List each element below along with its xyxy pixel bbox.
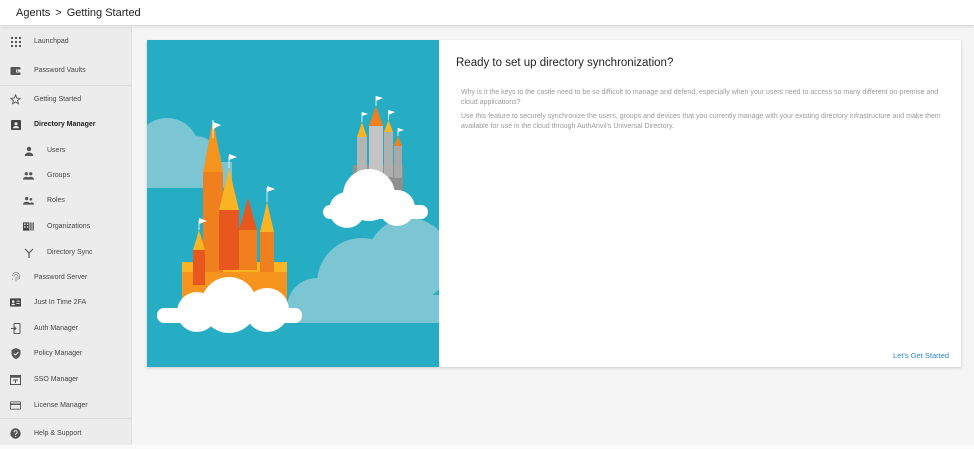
breadcrumb-separator: > [55,6,62,19]
fingerprint-icon [10,272,21,283]
sidebar-item-label: Directory Manager [34,121,96,128]
sidebar-item-label: Password Server [34,274,88,281]
star-icon [10,94,21,105]
sidebar-item-help-support[interactable]: Help & Support [0,421,132,446]
sidebar-item-label: Getting Started [34,96,82,103]
sidebar-item-directory-sync[interactable]: Directory Sync [0,240,132,265]
shield-check-icon [10,348,21,359]
sidebar-item-getting-started[interactable]: Getting Started [0,87,132,112]
castle-illustration [147,40,439,367]
wallet-icon [10,65,21,76]
sidebar-item-license-manager[interactable]: License Manager [0,393,132,418]
person-icon [23,145,34,156]
sidebar-item-label: Groups [47,172,70,179]
login-icon [10,323,21,334]
sidebar-item-password-vaults[interactable]: Password Vaults [0,58,132,83]
sidebar-item-label: License Manager [34,402,88,409]
sidebar-item-auth-manager[interactable]: Auth Manager [0,316,132,341]
sidebar-item-users[interactable]: Users [0,138,132,163]
sidebar-divider [0,85,132,86]
credit-card-icon [10,400,21,411]
sidebar-item-label: Password Vaults [34,67,86,74]
apps-grid-icon [10,36,21,47]
sidebar: Launchpad Password Vaults Getting Starte… [0,27,132,445]
sidebar-item-label: SSO Manager [34,376,79,383]
card-title: Ready to set up directory synchronizatio… [456,57,674,69]
supervisor-icon [23,195,34,206]
help-icon [10,428,21,439]
sidebar-item-label: Launchpad [34,38,69,45]
getting-started-card: Ready to set up directory synchronizatio… [147,40,961,367]
sidebar-item-label: Auth Manager [34,325,78,332]
badge-icon [10,297,21,308]
merge-icon [23,247,34,258]
contact-card-icon [10,119,21,130]
sidebar-item-roles[interactable]: Roles [0,188,132,213]
sidebar-item-groups[interactable]: Groups [0,163,132,188]
sidebar-item-label: Roles [47,197,65,204]
sidebar-item-label: Organizations [47,223,91,230]
sidebar-item-sso-manager[interactable]: SSO Manager [0,367,132,392]
card-paragraph-intro: Why is it the keys to the castle need to… [461,89,939,106]
organization-icon [23,221,34,232]
sidebar-item-directory-manager[interactable]: Directory Manager [0,112,132,137]
breadcrumb-current: Getting Started [66,6,141,19]
sidebar-item-label: Just In Time 2FA [34,299,87,306]
sidebar-item-label: Directory Sync [47,249,93,256]
sidebar-item-policy-manager[interactable]: Policy Manager [0,341,132,366]
breadcrumb-parent[interactable]: Agents [16,7,50,19]
sidebar-item-label: Users [47,147,66,154]
sidebar-item-organizations[interactable]: Organizations [0,214,132,239]
lets-get-started-link[interactable]: Let's Get Started [893,351,949,360]
sidebar-item-password-server[interactable]: Password Server [0,265,132,290]
card-paragraph-description: Use this feature to securely synchronize… [461,113,941,130]
people-icon [23,170,34,181]
sidebar-item-just-in-time-2fa[interactable]: Just In Time 2FA [0,290,132,315]
sso-icon [10,374,21,385]
sidebar-item-launchpad[interactable]: Launchpad [0,29,132,54]
sidebar-item-label: Help & Support [34,430,82,437]
sidebar-divider [0,418,132,419]
breadcrumb: Agents > Getting Started [0,0,974,26]
sidebar-item-label: Policy Manager [34,350,83,357]
